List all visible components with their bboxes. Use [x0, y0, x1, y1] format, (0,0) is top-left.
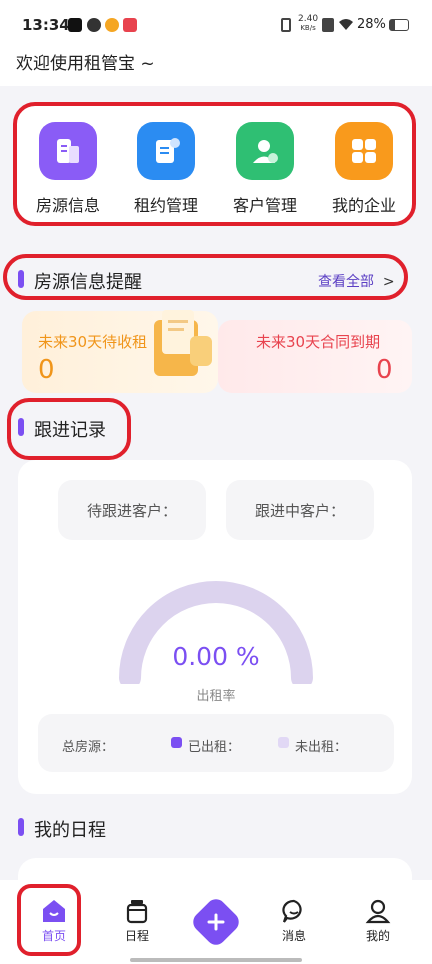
follow-title: 跟进记录 [34, 420, 106, 441]
occupancy-rate-value: 0.00 % [172, 642, 260, 671]
quick-action-label: 客户管理 [232, 196, 297, 215]
section-bar [18, 818, 24, 836]
rented-count: 已出租： [188, 740, 241, 755]
section-bar [18, 270, 24, 288]
nav-label: 消息 [281, 929, 306, 943]
nav-label: 日程 [124, 929, 149, 943]
building-icon [39, 122, 97, 180]
nav-schedule[interactable]: 日程 [107, 898, 167, 944]
schedule-title: 我的日程 [34, 820, 106, 841]
quick-action-listing[interactable]: 房源信息 [24, 122, 112, 216]
app-icon [87, 18, 101, 32]
contract-icon [137, 122, 195, 180]
wifi-icon [339, 19, 353, 30]
quick-action-label: 租约管理 [133, 196, 198, 215]
quick-action-label: 房源信息 [35, 196, 100, 215]
quick-action-company[interactable]: 我的企业 [320, 122, 408, 216]
status-time: 13:34 [22, 16, 70, 34]
rent-due-value: 0 [38, 355, 55, 385]
nav-label: 首页 [41, 929, 66, 943]
pending-customers[interactable]: 待跟进客户： [58, 480, 206, 540]
nav-messages[interactable]: 消息 [264, 898, 324, 944]
quick-action-customer[interactable]: 客户管理 [221, 122, 309, 216]
weibo-icon [105, 18, 119, 32]
nav-label: 我的 [365, 929, 390, 943]
battery-percent: 28% [357, 17, 386, 32]
contract-expire-label: 未来30天合同到期 [256, 333, 381, 351]
total-listings: 总房源： [62, 740, 115, 755]
battery-icon [389, 19, 409, 31]
notification-app-icon [123, 18, 137, 32]
nav-profile[interactable]: 我的 [348, 898, 408, 944]
message-icon [282, 899, 302, 923]
sim-icon [322, 18, 334, 32]
house-illustration-icon [154, 310, 212, 376]
add-icon [207, 913, 225, 931]
unrented-count: 未出租： [295, 740, 348, 755]
section-bar [18, 418, 24, 436]
grid-icon [335, 122, 393, 180]
tiktok-icon [68, 18, 82, 32]
customer-icon [236, 122, 294, 180]
welcome-text: 欢迎使用租管宝 ~ [16, 54, 155, 74]
calendar-icon [126, 900, 148, 924]
nav-home[interactable]: 首页 [24, 898, 84, 944]
net-speed: 2.40 KB/s [298, 14, 319, 33]
profile-icon [365, 899, 391, 924]
quick-action-label: 我的企业 [331, 196, 396, 215]
home-indicator [130, 958, 302, 962]
vibrate-icon [281, 18, 291, 32]
reminder-title: 房源信息提醒 [34, 272, 142, 293]
occupancy-rate-label: 出租率 [196, 689, 236, 704]
view-all-link[interactable]: 查看全部 > [318, 271, 395, 291]
contract-expire-value: 0 [376, 355, 393, 385]
quick-action-lease[interactable]: 租约管理 [122, 122, 210, 216]
ongoing-customers[interactable]: 跟进中客户： [226, 480, 374, 540]
rent-due-label: 未来30天待收租 [38, 333, 148, 351]
home-icon [43, 900, 65, 922]
unrented-legend-icon [278, 737, 289, 748]
rented-legend-icon [171, 737, 182, 748]
